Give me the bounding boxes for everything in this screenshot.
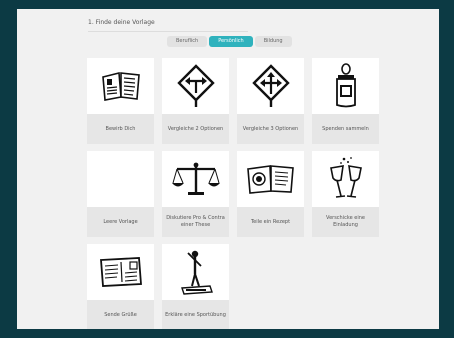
template-card-spenden[interactable]: Spenden sammeln (312, 58, 379, 144)
card-thumbnail (237, 58, 304, 114)
template-card-gruesse[interactable]: Sende Grüße (87, 244, 154, 329)
template-picker-panel: 1. Finde deine Vorlage Beruflich Persönl… (17, 9, 439, 329)
recipe-book-icon (246, 165, 294, 194)
card-thumbnail (312, 151, 379, 207)
card-label: Sende Grüße (104, 311, 137, 318)
card-thumbnail (87, 244, 154, 300)
card-thumbnail (87, 151, 154, 207)
divider (88, 31, 248, 32)
card-thumbnail (87, 58, 154, 114)
tab-beruflich[interactable]: Beruflich (167, 36, 208, 47)
card-label: Vergleiche 3 Optionen (242, 125, 299, 132)
postcard-icon (99, 257, 142, 287)
template-grid: Bewirb Dich Vergleiche 2 Optionen Vergle… (87, 58, 379, 329)
card-label: Erkläre eine Sportübung (165, 311, 226, 318)
template-card-vergleiche-2[interactable]: Vergleiche 2 Optionen (162, 58, 229, 144)
template-card-einladung[interactable]: Verschicke eine Einladung (312, 151, 379, 237)
champagne-glasses-icon (329, 157, 362, 198)
card-label: Leere Vorlage (103, 218, 138, 225)
step-title: 1. Finde deine Vorlage (88, 19, 155, 26)
template-card-vergleiche-3[interactable]: Vergleiche 3 Optionen (237, 58, 304, 144)
card-label: Diskutiere Pro & Contra einer These (166, 215, 225, 228)
template-card-pro-contra[interactable]: Diskutiere Pro & Contra einer These (162, 151, 229, 237)
exercise-figure-icon (180, 250, 213, 295)
card-thumbnail (162, 244, 229, 300)
three-way-sign-icon (251, 64, 290, 107)
card-thumbnail (162, 58, 229, 114)
category-tabs: Beruflich Persönlich Bildung (167, 36, 292, 47)
card-thumbnail (237, 151, 304, 207)
card-label: Verschicke eine Einladung (326, 215, 365, 228)
card-thumbnail (162, 151, 229, 207)
template-card-sportuebung[interactable]: Erkläre eine Sportübung (162, 244, 229, 329)
template-card-leere-vorlage[interactable]: Leere Vorlage (87, 151, 154, 237)
card-label: Bewirb Dich (105, 125, 136, 132)
template-card-rezept[interactable]: Teile ein Rezept (237, 151, 304, 237)
card-label: Teile ein Rezept (250, 218, 291, 225)
card-thumbnail (312, 58, 379, 114)
card-label: Spenden sammeln (322, 125, 369, 132)
donation-jar-icon (335, 63, 356, 108)
tab-bildung[interactable]: Bildung (254, 36, 292, 47)
card-label: Vergleiche 2 Optionen (167, 125, 224, 132)
two-way-sign-icon (176, 64, 215, 107)
template-card-bewirb-dich[interactable]: Bewirb Dich (87, 58, 154, 144)
scales-icon (171, 162, 220, 195)
tab-persoenlich[interactable]: Persönlich (209, 36, 253, 47)
resume-book-icon (101, 71, 140, 101)
